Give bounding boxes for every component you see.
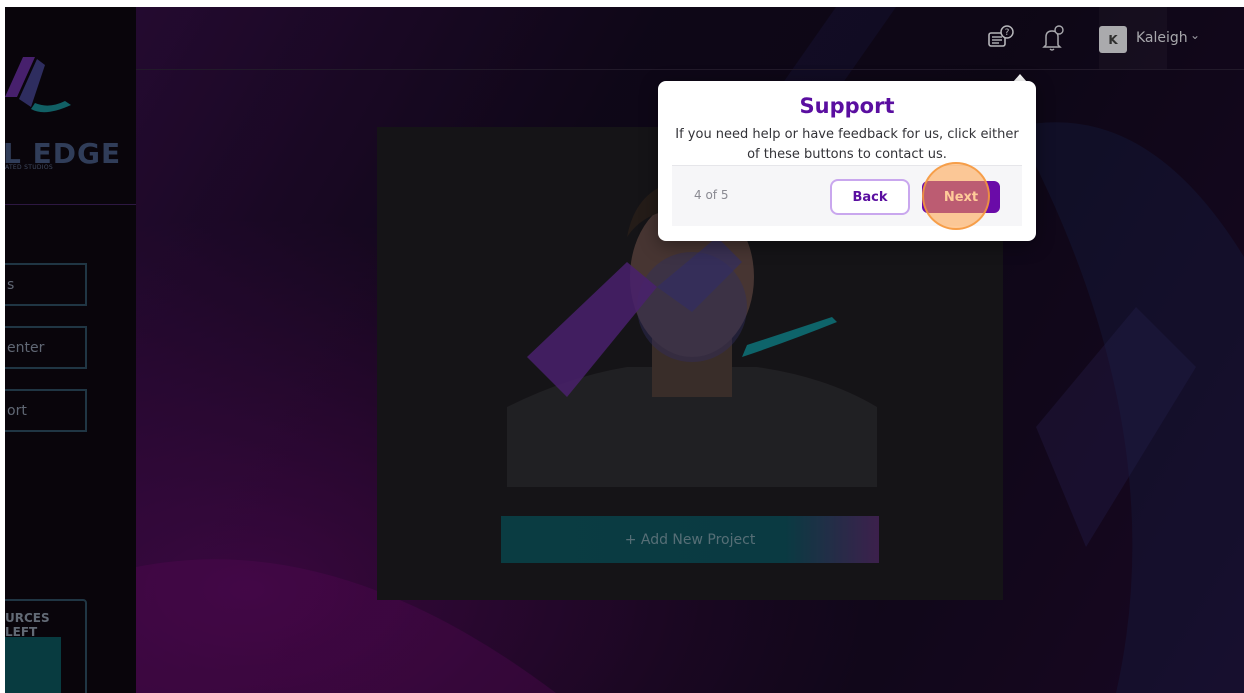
sidebar-item-label: s — [7, 276, 15, 293]
sidebar: L EDGE ATED STUDIOS s enter ort URCES LE… — [5, 7, 136, 693]
resources-label: URCES LEFT — [5, 611, 50, 639]
logo-area: L EDGE ATED STUDIOS — [5, 7, 136, 205]
sidebar-item-label: enter — [7, 339, 45, 356]
logo-subtext: ATED STUDIOS — [5, 164, 54, 171]
tour-tooltip: Support If you need help or have feedbac… — [658, 81, 1036, 241]
support-chat-button[interactable]: ? — [984, 23, 1018, 53]
add-new-project-button[interactable]: + Add New Project — [501, 516, 879, 563]
tooltip-footer: 4 of 5 Back Next — [672, 165, 1022, 226]
tooltip-title: Support — [799, 94, 895, 118]
app-window: L EDGE ATED STUDIOS s enter ort URCES LE… — [5, 7, 1244, 693]
top-bar: ? K Kaleigh ⌄ — [136, 7, 1244, 70]
tooltip-body: If you need help or have feedback for us… — [675, 127, 1019, 162]
highlighted-target — [1099, 7, 1167, 69]
notifications-button[interactable] — [1036, 23, 1070, 53]
back-button[interactable]: Back — [830, 179, 910, 215]
sidebar-item-help-center[interactable]: enter — [5, 326, 87, 369]
next-button[interactable]: Next — [922, 181, 1000, 213]
support-chat-icon: ? — [988, 25, 1014, 47]
chevron-down-icon[interactable]: ⌄ — [1190, 28, 1200, 42]
sidebar-item-support[interactable]: ort — [5, 389, 87, 432]
resources-bar — [5, 637, 61, 693]
step-counter: 4 of 5 — [694, 188, 729, 202]
brand-logo-icon — [5, 57, 71, 113]
bell-icon — [1042, 25, 1064, 51]
svg-text:?: ? — [1005, 28, 1010, 38]
sidebar-item-projects[interactable]: s — [5, 263, 87, 306]
sidebar-item-label: ort — [7, 402, 27, 419]
resources-panel: URCES LEFT — [5, 599, 87, 693]
